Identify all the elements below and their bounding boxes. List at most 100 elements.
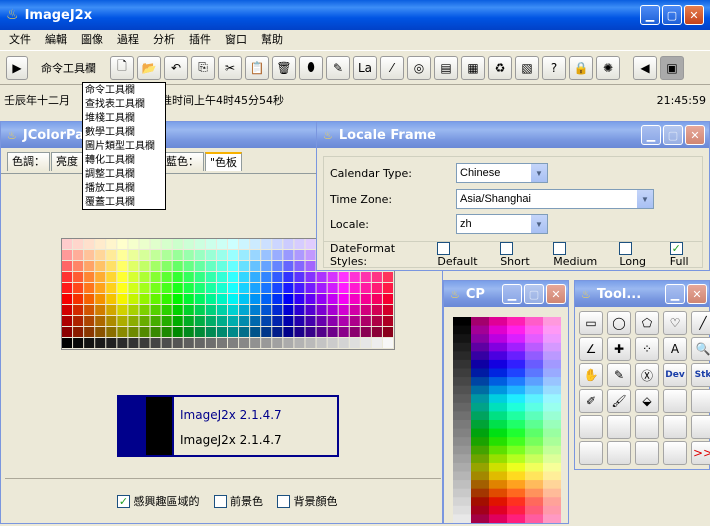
open-folder-icon[interactable]: 📂 (137, 55, 161, 80)
palette-cell[interactable] (543, 454, 561, 464)
style-checkbox[interactable] (553, 241, 567, 255)
swatch-cell[interactable] (73, 294, 84, 304)
swatch-cell[interactable] (338, 338, 349, 348)
tool-button[interactable]: Stk (691, 363, 710, 387)
palette-cell[interactable] (543, 351, 561, 361)
swatch-cell[interactable] (283, 316, 294, 326)
palette-cell[interactable] (489, 368, 507, 378)
swatch-cell[interactable] (62, 327, 73, 337)
palette-cell[interactable] (471, 437, 489, 447)
roi-checkbox-wrap[interactable]: ✓ 感興趣區域的 (117, 493, 200, 509)
swatch-cell[interactable] (128, 283, 139, 293)
swatch-cell[interactable] (73, 327, 84, 337)
palette-cell[interactable] (489, 445, 507, 455)
menu-item-2[interactable]: 圖像 (74, 30, 110, 50)
palette-cell[interactable] (489, 325, 507, 335)
palette-cell[interactable] (471, 385, 489, 395)
help-icon[interactable]: ? (542, 55, 566, 80)
swatch-cell[interactable] (360, 272, 371, 282)
palette-cell[interactable] (453, 471, 471, 481)
swatch-cell[interactable] (305, 294, 316, 304)
tool-button[interactable]: ✐ (579, 389, 603, 413)
swatch-cell[interactable] (117, 283, 128, 293)
swatch-cell[interactable] (139, 261, 150, 271)
swatch-cell[interactable] (316, 294, 327, 304)
swatch-cell[interactable] (128, 338, 139, 348)
palette-cell[interactable] (453, 480, 471, 490)
swatch-cell[interactable] (261, 261, 272, 271)
swatch-cell[interactable] (84, 261, 95, 271)
swatch-cell[interactable] (261, 272, 272, 282)
palette-cell[interactable] (471, 497, 489, 507)
palette-cell[interactable] (507, 411, 525, 421)
palette-cell[interactable] (507, 351, 525, 361)
swatch-cell[interactable] (205, 294, 216, 304)
menu-item-1[interactable]: 編輯 (38, 30, 74, 50)
swatch-cell[interactable] (239, 338, 250, 348)
swatch-cell[interactable] (150, 272, 161, 282)
swatch-cell[interactable] (239, 294, 250, 304)
camera-icon[interactable]: ▣ (660, 55, 684, 80)
swatch-cell[interactable] (139, 272, 150, 282)
swatch-cell[interactable] (228, 327, 239, 337)
tools-minimize-button[interactable]: ▁ (665, 284, 685, 304)
swatch-cell[interactable] (216, 327, 227, 337)
color-tab[interactable]: 藍色： (161, 152, 204, 171)
menu-item-5[interactable]: 插件 (182, 30, 218, 50)
palette-cell[interactable] (543, 445, 561, 455)
swatch-cell[interactable] (172, 272, 183, 282)
palette-cell[interactable] (543, 368, 561, 378)
swatch-cell[interactable] (360, 316, 371, 326)
swatch-cell[interactable] (106, 272, 117, 282)
palette-cell[interactable] (543, 325, 561, 335)
swatch-cell[interactable] (128, 327, 139, 337)
palette-cell[interactable] (489, 471, 507, 481)
swatch-cell[interactable] (338, 283, 349, 293)
swatch-cell[interactable] (106, 294, 117, 304)
background-color-swatch[interactable] (146, 397, 172, 455)
swatch-cell[interactable] (172, 327, 183, 337)
swatch-cell[interactable] (239, 272, 250, 282)
dropdown-item[interactable]: 覆蓋工具欄 (85, 196, 163, 210)
cp-minimize-button[interactable]: ▁ (502, 284, 522, 304)
swatch-cell[interactable] (250, 261, 261, 271)
palette-cell[interactable] (525, 514, 543, 524)
tool-button[interactable]: Ⓧ (635, 363, 659, 387)
swatch-cell[interactable] (183, 294, 194, 304)
swatch-cell[interactable] (172, 239, 183, 249)
palette-cell[interactable] (471, 505, 489, 515)
swatch-cell[interactable] (117, 327, 128, 337)
style-option[interactable]: Medium (553, 241, 608, 268)
swatch-cell[interactable] (294, 283, 305, 293)
swatch-cell[interactable] (62, 316, 73, 326)
swatch-cell[interactable] (305, 283, 316, 293)
swatch-cell[interactable] (84, 272, 95, 282)
chevron-down-icon[interactable]: ▼ (530, 164, 547, 182)
palette-cell[interactable] (453, 385, 471, 395)
fg-checkbox[interactable] (213, 495, 227, 508)
style-checkbox[interactable] (619, 241, 633, 255)
chevron-down-icon[interactable]: ▼ (636, 190, 653, 208)
palette-cell[interactable] (507, 428, 525, 438)
swatch-cell[interactable] (150, 283, 161, 293)
palette-cell[interactable] (525, 359, 543, 369)
minimize-button[interactable]: ▁ (640, 5, 660, 25)
swatch-cell[interactable] (183, 250, 194, 260)
swatch-cell[interactable] (305, 327, 316, 337)
swatch-cell[interactable] (95, 305, 106, 315)
palette-cell[interactable] (543, 342, 561, 352)
palette-cell[interactable] (543, 402, 561, 412)
swatch-cell[interactable] (382, 305, 393, 315)
lock-icon[interactable]: 🔒 (569, 55, 593, 80)
swatch-cell[interactable] (183, 316, 194, 326)
swatch-cell[interactable] (216, 283, 227, 293)
swatch-cell[interactable] (382, 294, 393, 304)
swatch-cell[interactable] (382, 327, 393, 337)
swatch-cell[interactable] (272, 261, 283, 271)
swatch-cell[interactable] (316, 316, 327, 326)
tool-button[interactable]: 🖌 (607, 389, 631, 413)
palette-cell[interactable] (507, 497, 525, 507)
style-checkbox[interactable] (437, 241, 451, 255)
palette-cell[interactable] (543, 514, 561, 524)
swatch-cell[interactable] (382, 283, 393, 293)
